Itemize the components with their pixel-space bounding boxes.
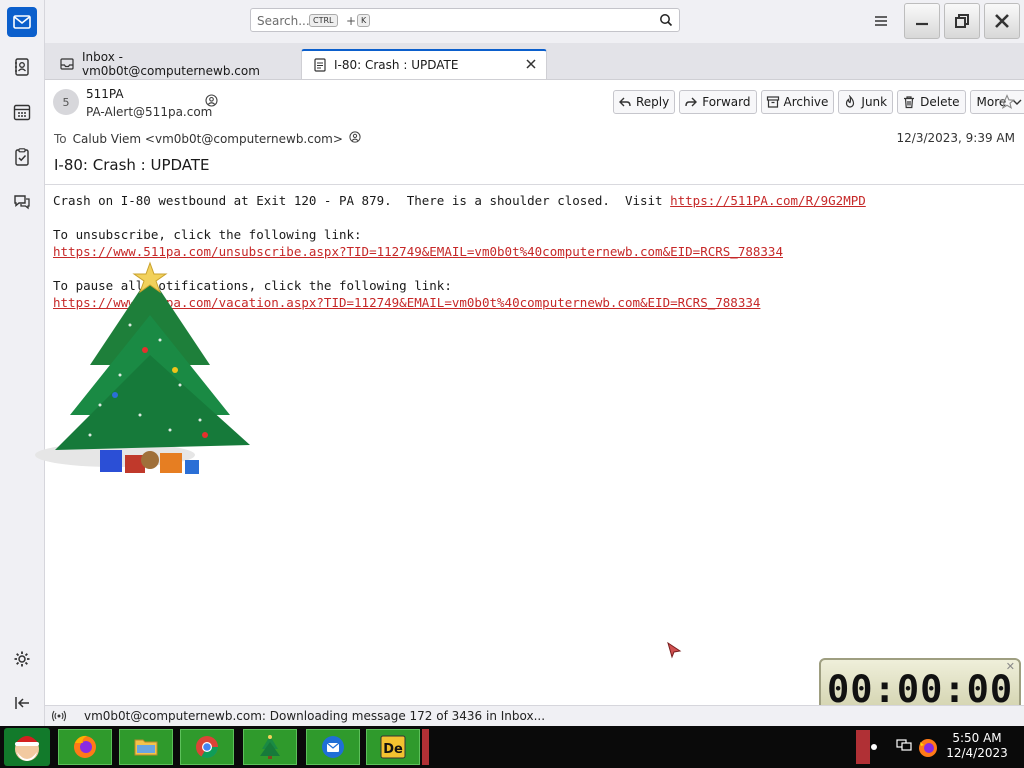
delete-button[interactable]: Delete — [897, 90, 966, 114]
firefox-icon — [74, 735, 96, 758]
archive-button[interactable]: Archive — [760, 90, 835, 114]
delete-label: Delete — [920, 95, 960, 109]
archive-icon — [766, 96, 779, 108]
calendar-icon[interactable] — [7, 97, 37, 127]
online-status-icon[interactable] — [51, 710, 67, 725]
message-actions: Reply Forward Archive Junk Delete More — [613, 90, 1024, 114]
taskbar: De 5:50 AM 12/4/2023 — [0, 726, 1024, 768]
trash-icon — [904, 96, 915, 109]
shortcut-k-key: K — [357, 14, 371, 27]
tab-inbox[interactable]: Inbox - vm0b0t@computernewb.com — [48, 49, 298, 79]
search-input[interactable]: Search... CTRL + K — [250, 8, 680, 32]
status-text: vm0b0t@computernewb.com: Downloading mes… — [84, 709, 546, 723]
mail-space-icon[interactable] — [7, 7, 37, 37]
junk-button[interactable]: Junk — [838, 90, 894, 114]
reply-label: Reply — [636, 95, 670, 109]
address-book-icon[interactable] — [7, 52, 37, 82]
app-menu-icon[interactable] — [870, 11, 892, 31]
message-header: 5 511PA PA-Alert@511pa.com Reply Forward… — [45, 80, 1024, 185]
shortcut-ctrl-key: CTRL — [309, 14, 338, 27]
alert-link[interactable]: https://511PA.com/R/9G2MPD — [670, 193, 866, 208]
junk-label: Junk — [861, 95, 888, 109]
tab-message[interactable]: I-80: Crash : UPDATE — [301, 49, 547, 79]
recipient-contact-icon[interactable] — [349, 131, 361, 146]
unsubscribe-text: To unsubscribe, click the following link… — [53, 227, 362, 242]
tab-label: Inbox - vm0b0t@computernewb.com — [82, 50, 260, 78]
search-icon[interactable] — [659, 13, 673, 30]
star-icon[interactable] — [999, 94, 1015, 113]
taskbar-de-app[interactable]: De — [366, 729, 420, 765]
chat-icon[interactable] — [7, 187, 37, 217]
message-date: 12/3/2023, 9:39 AM — [896, 131, 1015, 145]
title-bar: Search... CTRL + K — [45, 0, 1024, 43]
tab-bar: Inbox - vm0b0t@computernewb.com I-80: Cr… — [45, 43, 1024, 80]
xmas-tree-icon — [260, 735, 280, 759]
inbox-tab-icon — [60, 57, 74, 71]
santa-start-icon — [15, 736, 39, 761]
close-window-button[interactable] — [984, 3, 1020, 39]
taskbar-thunderbird[interactable] — [306, 729, 360, 765]
to-label: To — [54, 131, 67, 146]
mouse-cursor-icon — [667, 641, 682, 659]
taskbar-xmas-tree[interactable] — [243, 729, 297, 765]
junk-flame-icon — [846, 95, 855, 108]
more-button[interactable]: More — [969, 90, 1024, 114]
de-app-icon: De — [380, 735, 406, 759]
tray-dot-icon — [871, 744, 877, 750]
archive-label: Archive — [783, 95, 829, 109]
taskbar-separator — [422, 729, 429, 765]
status-bar: vm0b0t@computernewb.com: Downloading mes… — [45, 705, 1024, 727]
forward-icon — [685, 97, 698, 107]
tasks-icon[interactable] — [7, 142, 37, 172]
system-clock[interactable]: 5:50 AM 12/4/2023 — [944, 731, 1010, 761]
forward-label: Forward — [702, 95, 751, 109]
taskbar-firefox[interactable] — [58, 729, 112, 765]
reply-icon — [619, 97, 631, 107]
chrome-icon — [196, 736, 218, 758]
shortcut-plus: + — [346, 14, 357, 28]
tab-label: I-80: Crash : UPDATE — [334, 58, 459, 72]
avatar: 5 — [53, 89, 79, 115]
svg-text:De: De — [383, 742, 403, 757]
restore-button[interactable] — [944, 3, 980, 39]
search-placeholder: Search... — [257, 14, 310, 28]
body-line-crash: Crash on I-80 westbound at Exit 120 - PA… — [53, 193, 671, 208]
show-desktop-strip[interactable] — [856, 730, 870, 764]
thunderbird-icon — [322, 736, 344, 758]
recipient-address[interactable]: Calub Viem <vm0b0t@computernewb.com> — [73, 132, 343, 146]
start-button[interactable] — [4, 728, 50, 766]
recipient-row: To Calub Viem <vm0b0t@computernewb.com> — [54, 131, 361, 146]
sender-email[interactable]: PA-Alert@511pa.com — [86, 105, 212, 119]
message-subject: I-80: Crash : UPDATE — [54, 156, 210, 174]
sender-name[interactable]: 511PA — [86, 87, 124, 101]
timer-close-icon[interactable]: ✕ — [1006, 660, 1015, 673]
minimize-button[interactable] — [904, 3, 940, 39]
reply-button[interactable]: Reply — [613, 90, 676, 114]
collapse-spaces-icon[interactable] — [7, 688, 37, 718]
message-tab-icon — [314, 58, 326, 72]
forward-button[interactable]: Forward — [679, 90, 757, 114]
clock-date: 12/4/2023 — [946, 746, 1008, 760]
clock-time: 5:50 AM — [952, 731, 1002, 745]
taskbar-file-explorer[interactable] — [119, 729, 173, 765]
settings-gear-icon[interactable] — [7, 644, 37, 674]
tray-app-icon[interactable] — [916, 735, 940, 759]
network-icon[interactable] — [895, 737, 913, 753]
christmas-tree-image — [35, 261, 250, 474]
close-tab-icon[interactable] — [524, 57, 538, 74]
taskbar-chrome[interactable] — [180, 729, 234, 765]
add-contact-icon[interactable] — [205, 94, 218, 110]
folder-icon — [134, 739, 158, 756]
